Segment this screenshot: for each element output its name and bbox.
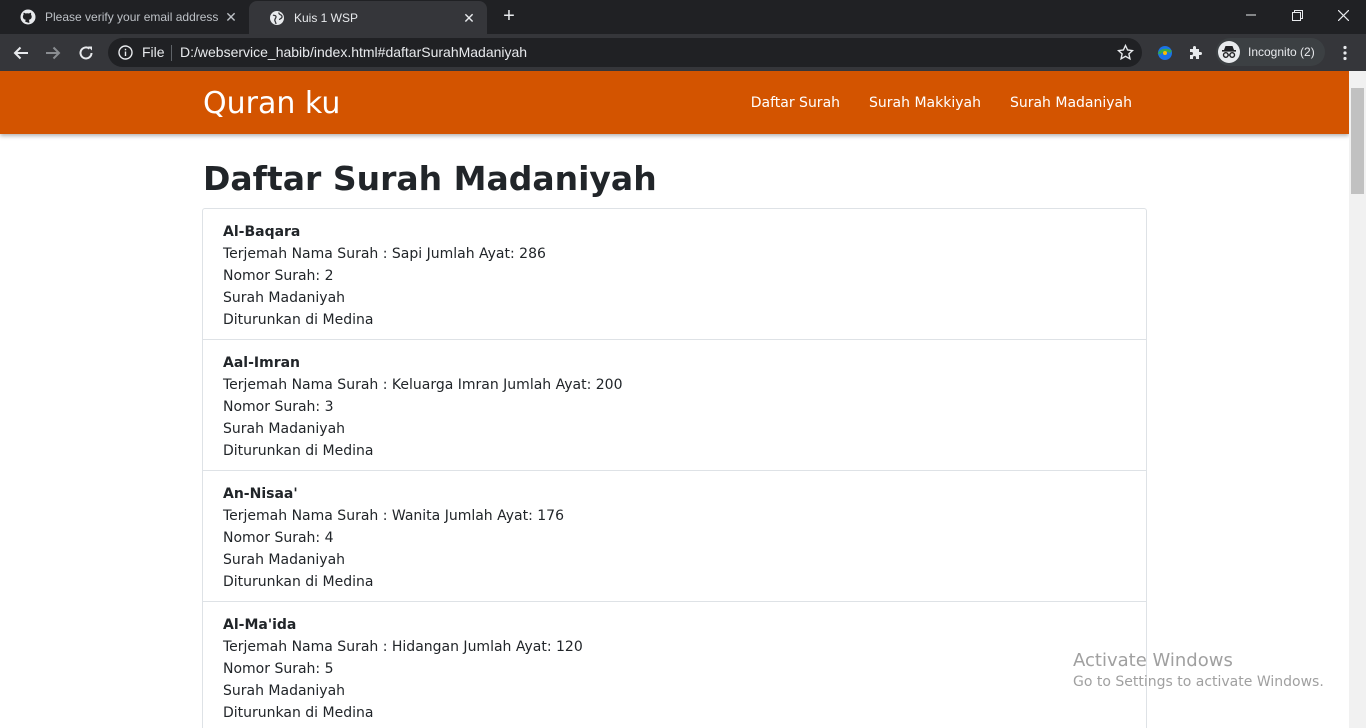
surah-meaning: Terjemah Nama Surah : Keluarga Imran Jum… bbox=[223, 377, 623, 393]
close-icon[interactable]: ✕ bbox=[223, 9, 239, 25]
surah-place: Diturunkan di Medina bbox=[223, 443, 374, 459]
forward-button[interactable] bbox=[40, 40, 66, 66]
scrollbar-thumb[interactable] bbox=[1351, 88, 1364, 194]
tab-title: Kuis 1 WSP bbox=[294, 11, 359, 25]
surah-number: Nomor Surah: 2 bbox=[223, 268, 334, 284]
surah-name: Al-Ma'ida bbox=[223, 617, 297, 633]
surah-name: Al-Baqara bbox=[223, 224, 301, 240]
profile-label: Incognito (2) bbox=[1248, 45, 1315, 59]
new-tab-button[interactable]: + bbox=[498, 6, 520, 28]
site-brand[interactable]: Quran ku bbox=[203, 86, 340, 121]
vertical-scrollbar[interactable] bbox=[1349, 71, 1366, 728]
incognito-profile-button[interactable]: Incognito (2) bbox=[1216, 38, 1325, 66]
window-close-button[interactable] bbox=[1320, 0, 1366, 30]
tab-verify-email[interactable]: Please verify your email address ✕ bbox=[0, 0, 249, 34]
surah-meaning: Terjemah Nama Surah : Wanita Jumlah Ayat… bbox=[223, 508, 564, 524]
arrow-left-icon bbox=[13, 46, 28, 60]
surah-type: Surah Madaniyah bbox=[223, 683, 346, 699]
surah-name: Aal-Imran bbox=[223, 355, 301, 371]
url-text[interactable]: D:/webservice_habib/index.html#daftarSur… bbox=[180, 44, 527, 60]
star-icon[interactable] bbox=[1116, 43, 1135, 61]
surah-type: Surah Madaniyah bbox=[223, 552, 346, 568]
surah-place: Diturunkan di Medina bbox=[223, 312, 374, 328]
globe-icon bbox=[269, 10, 285, 26]
page-viewport: Quran ku Daftar Surah Surah Makkiyah Sur… bbox=[0, 71, 1349, 728]
nav-link-surah-makkiyah[interactable]: Surah Makkiyah bbox=[869, 95, 981, 111]
surah-name: An-Nisaa' bbox=[223, 486, 298, 502]
incognito-icon bbox=[1218, 41, 1240, 63]
address-bar[interactable]: File D:/webservice_habib/index.html#daft… bbox=[108, 38, 1142, 67]
tab-title: Please verify your email address bbox=[45, 10, 219, 24]
tab-kuis[interactable]: Kuis 1 WSP ✕ bbox=[249, 1, 487, 35]
surah-number: Nomor Surah: 4 bbox=[223, 530, 334, 546]
browser-tab-bar: Please verify your email address ✕ Kuis … bbox=[0, 0, 1366, 35]
page-title: Daftar Surah Madaniyah bbox=[203, 159, 657, 198]
url-scheme-label: File bbox=[142, 44, 165, 60]
puzzle-icon[interactable] bbox=[1186, 43, 1206, 63]
list-item: An-Nisaa' Terjemah Nama Surah : Wanita J… bbox=[203, 471, 1146, 602]
minimize-button[interactable] bbox=[1228, 0, 1274, 30]
list-item: Aal-Imran Terjemah Nama Surah : Keluarga… bbox=[203, 340, 1146, 471]
github-icon bbox=[20, 9, 36, 25]
list-item: Al-Baqara Terjemah Nama Surah : Sapi Jum… bbox=[203, 209, 1146, 340]
nav-link-surah-madaniyah[interactable]: Surah Madaniyah bbox=[1010, 95, 1132, 111]
divider bbox=[171, 45, 172, 61]
arrow-right-icon bbox=[46, 46, 61, 60]
surah-list: Al-Baqara Terjemah Nama Surah : Sapi Jum… bbox=[202, 208, 1147, 728]
site-navbar: Quran ku Daftar Surah Surah Makkiyah Sur… bbox=[0, 71, 1349, 134]
nav-link-daftar-surah[interactable]: Daftar Surah bbox=[751, 95, 840, 111]
browser-toolbar: File D:/webservice_habib/index.html#daft… bbox=[0, 34, 1366, 71]
surah-number: Nomor Surah: 3 bbox=[223, 399, 334, 415]
surah-number: Nomor Surah: 5 bbox=[223, 661, 334, 677]
restore-button[interactable] bbox=[1274, 0, 1320, 30]
info-icon[interactable] bbox=[118, 45, 133, 60]
back-button[interactable] bbox=[8, 40, 34, 66]
surah-place: Diturunkan di Medina bbox=[223, 705, 374, 721]
surah-type: Surah Madaniyah bbox=[223, 421, 346, 437]
surah-type: Surah Madaniyah bbox=[223, 290, 346, 306]
extension-icon[interactable] bbox=[1155, 43, 1175, 63]
reload-button[interactable] bbox=[73, 40, 99, 66]
surah-meaning: Terjemah Nama Surah : Hidangan Jumlah Ay… bbox=[223, 639, 583, 655]
reload-icon bbox=[79, 46, 93, 60]
surah-meaning: Terjemah Nama Surah : Sapi Jumlah Ayat: … bbox=[223, 246, 546, 262]
more-menu-icon[interactable] bbox=[1335, 43, 1355, 63]
list-item: Al-Ma'ida Terjemah Nama Surah : Hidangan… bbox=[203, 602, 1146, 728]
surah-place: Diturunkan di Medina bbox=[223, 574, 374, 590]
nav-links: Daftar Surah Surah Makkiyah Surah Madani… bbox=[722, 95, 1132, 111]
close-icon[interactable]: ✕ bbox=[461, 10, 477, 26]
